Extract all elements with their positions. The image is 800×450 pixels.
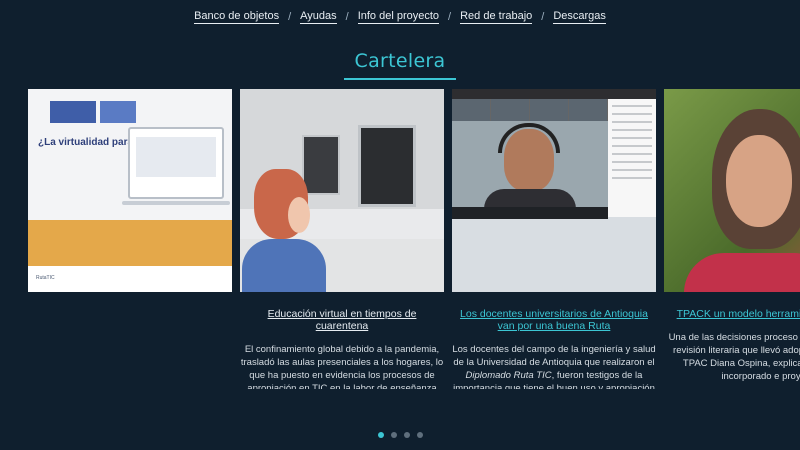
- portrait-photo[interactable]: [664, 89, 800, 292]
- nav-separator: /: [288, 11, 292, 23]
- carousel-card[interactable]: ¿La virtualidad para qué? RutaTIC: [28, 89, 232, 292]
- window-titlebar: [452, 89, 656, 99]
- laptop-base: [122, 201, 230, 205]
- carousel-card[interactable]: Educación virtual en tiempos de cuarente…: [240, 89, 444, 389]
- card-title-link[interactable]: TPACK un modelo herramientas TIC p: [664, 308, 800, 320]
- video-call-photo[interactable]: [452, 89, 656, 292]
- card-description: El confinamiento global debido a la pand…: [240, 344, 444, 389]
- pagination-dot-3[interactable]: [403, 432, 410, 438]
- card-description: Una de las decisiones proceso de investi…: [668, 332, 800, 382]
- flyer-info-band: [28, 220, 232, 266]
- carousel-card[interactable]: TPACK un modelo herramientas TIC p Una d…: [664, 89, 800, 383]
- nav-link-red-de-trabajo[interactable]: Red de trabajo: [460, 10, 533, 24]
- carousel-track[interactable]: ¿La virtualidad para qué? RutaTIC Educac…: [28, 89, 800, 389]
- nav-separator: /: [541, 11, 545, 23]
- nav-separator: /: [345, 11, 349, 23]
- nav-separator: /: [448, 11, 452, 23]
- rutatic-logo: RutaTIC: [36, 275, 55, 281]
- laptop-illustration: [128, 127, 224, 199]
- carousel-card[interactable]: Los docentes universitarios de Antioquia…: [452, 89, 656, 389]
- monitor-back: [302, 135, 340, 195]
- pagination-dot-4[interactable]: [416, 432, 423, 438]
- title-underline: [344, 78, 456, 80]
- monitor-front: [358, 125, 416, 207]
- description-text: Los docentes del campo de la ingeniería …: [452, 344, 656, 368]
- person-top: [684, 253, 800, 292]
- flyer-logos-strip: RutaTIC: [28, 266, 232, 292]
- participant-thumbnails: [452, 99, 608, 121]
- nav-link-ayudas[interactable]: Ayudas: [300, 10, 337, 24]
- card-description: Los docentes del campo de la ingeniería …: [452, 343, 656, 389]
- call-toolbar: [452, 207, 608, 219]
- pagination-dot-2[interactable]: [390, 432, 397, 438]
- card-title-link[interactable]: Los docentes universitarios de Antioquia…: [452, 308, 656, 332]
- nav-link-banco-de-objetos[interactable]: Banco de objetos: [194, 10, 280, 24]
- office-photo[interactable]: [240, 89, 444, 292]
- person-face: [726, 135, 792, 227]
- page-title: Cartelera: [354, 50, 446, 72]
- flyer-image[interactable]: ¿La virtualidad para qué? RutaTIC: [28, 89, 232, 292]
- person-shirt: [242, 239, 326, 292]
- description-emphasis: Diplomado Ruta TIC: [465, 370, 552, 381]
- nav-link-info-del-proyecto[interactable]: Info del proyecto: [357, 10, 440, 24]
- person-face: [288, 197, 310, 233]
- nav-link-descargas[interactable]: Descargas: [553, 10, 606, 24]
- section-heading: Cartelera: [0, 50, 800, 80]
- carousel-pagination: [0, 432, 800, 438]
- card-title-link[interactable]: Educación virtual en tiempos de cuarente…: [240, 308, 444, 332]
- flyer-ribbon-secondary: [100, 101, 136, 123]
- top-navigation: Banco de objetos / Ayudas / Info del pro…: [0, 10, 800, 24]
- chat-panel: [608, 99, 656, 217]
- flyer-ribbon: [50, 101, 96, 123]
- pagination-dot-1[interactable]: [377, 432, 384, 438]
